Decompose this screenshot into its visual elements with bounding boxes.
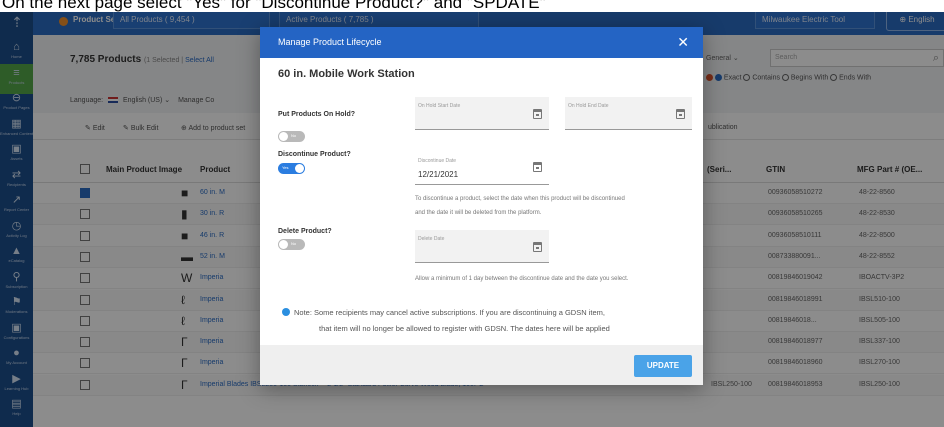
discontinue-date-field[interactable]: Discontinue Date 12/21/2021 (415, 152, 549, 185)
delete-help: Allow a minimum of 1 day between the dis… (415, 276, 629, 282)
discontinue-toggle[interactable]: Yes (278, 163, 305, 174)
hold-end-placeholder: On Hold End Date (568, 103, 609, 109)
note-line-2: that item will no longer be allowed to r… (319, 324, 610, 333)
calendar-icon[interactable] (676, 109, 685, 119)
hold-toggle-text: No (291, 133, 297, 138)
discontinue-date-value: 12/21/2021 (418, 170, 459, 179)
delete-label: Delete Product? (278, 228, 332, 235)
calendar-icon[interactable] (533, 242, 542, 252)
modal-footer: UPDATE (260, 345, 703, 385)
product-name: 60 in. Mobile Work Station (278, 68, 415, 80)
discontinue-help-2: and the date it will be deleted from the… (415, 210, 542, 216)
close-icon[interactable]: ✕ (677, 33, 689, 51)
note-line-1: Note: Some recipients may cancel active … (294, 308, 605, 317)
hold-toggle[interactable]: No (278, 131, 305, 142)
hold-start-date-field[interactable]: On Hold Start Date (415, 97, 549, 130)
toggle-knob (295, 164, 304, 173)
calendar-icon[interactable] (533, 162, 542, 172)
toggle-knob (279, 132, 288, 141)
instruction-text: On the next page select "Yes" for "Disco… (2, 0, 546, 12)
discontinue-label: Discontinue Product? (278, 151, 351, 158)
update-button[interactable]: UPDATE (634, 355, 692, 377)
hold-start-placeholder: On Hold Start Date (418, 103, 461, 109)
manage-lifecycle-modal: Manage Product Lifecycle ✕ 60 in. Mobile… (260, 27, 703, 385)
delete-date-field[interactable]: Delete Date (415, 230, 549, 263)
modal-title: Manage Product Lifecycle (278, 37, 382, 47)
delete-date-placeholder: Delete Date (418, 236, 445, 242)
hold-end-date-field[interactable]: On Hold End Date (565, 97, 692, 130)
discontinue-date-placeholder: Discontinue Date (418, 158, 457, 164)
toggle-knob (279, 240, 288, 249)
info-icon (282, 308, 290, 316)
discontinue-help-1: To discontinue a product, select the dat… (415, 196, 625, 202)
calendar-icon[interactable] (533, 109, 542, 119)
hold-label: Put Products On Hold? (278, 111, 355, 118)
discontinue-toggle-text: Yes (282, 165, 289, 170)
delete-toggle-text: No (291, 241, 297, 246)
delete-toggle[interactable]: No (278, 239, 305, 250)
modal-header: Manage Product Lifecycle ✕ (260, 27, 703, 58)
instruction-caption: On the next page select "Yes" for "Disco… (0, 0, 944, 12)
